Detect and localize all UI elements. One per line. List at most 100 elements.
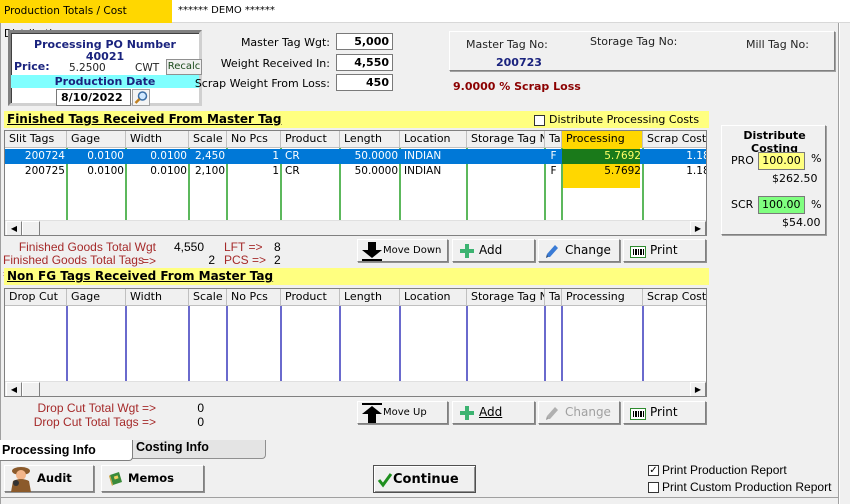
column-header-gage[interactable]: Gage [67,289,126,306]
scroll-thumb[interactable] [22,382,40,396]
print-custom-report-checkbox[interactable] [648,482,659,493]
column-header-product[interactable]: Product [281,289,340,306]
scr-percent-sign: % [811,198,822,211]
fg-total-wgt-value: 4,550 [173,240,204,254]
production-date-input[interactable]: 8/10/2022 [56,89,131,106]
column-header-slit-tags[interactable]: Slit Tags [5,131,67,148]
drop-cut-total-tags-label: Drop Cut Total Tags => [33,415,156,429]
move-down-button[interactable]: Move Down [357,239,448,262]
non-fg-tags-grid[interactable]: Drop CutGageWidthScale WgtNo PcsProductL… [4,288,707,397]
barcode-printer-icon [630,246,646,258]
column-header-processing[interactable]: Processing [562,131,643,148]
price-label: Price: [14,60,50,73]
distribute-costs-label: Distribute Processing Costs [549,113,700,126]
master-tag-value: 200723 [496,56,542,69]
scroll-left-button[interactable]: ◀ [6,382,22,396]
pcs-label: PCS => [224,253,267,267]
pro-percent-input[interactable]: 100.00 [758,152,805,170]
scroll-thumb[interactable] [22,221,40,235]
scr-label: SCR [731,198,754,211]
column-header-drop-cut[interactable]: Drop Cut [5,289,67,306]
column-divider [399,306,401,381]
audit-button[interactable]: Audit [4,465,94,492]
scroll-left-button[interactable]: ◀ [6,221,22,235]
date-lookup-button[interactable] [132,89,150,106]
column-header-location[interactable]: Location [400,131,467,148]
scr-percent-input[interactable]: 100.00 [758,196,805,214]
scrap-weight-input[interactable]: 450 [336,74,393,91]
move-up-button[interactable]: Move Up [357,401,448,424]
column-header-storage-tag-n[interactable]: Storage Tag N [467,289,545,306]
column-header-tag[interactable]: Tag [545,131,562,148]
column-header-width[interactable]: Width [126,131,189,148]
barcode-printer-icon [630,408,646,420]
column-header-no-pcs[interactable]: No Pcs [227,289,281,306]
column-header-product[interactable]: Product [281,131,340,148]
cell-product: CR [285,150,300,162]
column-header-scrap-cost[interactable]: Scrap Cost [643,289,706,306]
finished-grid-hscroll[interactable]: ◀ ▶ [5,220,706,235]
window-title: Production Totals / Cost Distribution [0,0,172,40]
drop-cut-total-wgt-label: Drop Cut Total Wgt => [37,401,157,415]
column-header-length[interactable]: Length [340,289,400,306]
column-divider [125,306,127,381]
finished-tags-grid[interactable]: Slit TagsGageWidthScale WgtNo PcsProduct… [4,130,707,236]
column-header-location[interactable]: Location [400,289,467,306]
lft-value: 8 [274,240,281,254]
storage-tag-label: Storage Tag No: [590,35,678,48]
column-header-scale-wgt[interactable]: Scale Wgt [189,131,227,148]
change-label: Change [565,243,611,257]
cell-width: 0.0100 [150,150,187,162]
scroll-right-button[interactable]: ▶ [690,382,706,396]
cell-no-pcs: 1 [272,165,279,177]
column-header-tag[interactable]: Tag [545,289,562,306]
column-header-scrap-cost[interactable]: Scrap Cost [643,131,706,148]
add-finished-button[interactable]: Add [452,239,535,262]
scroll-right-button[interactable]: ▶ [690,221,706,235]
continue-label: Continue [393,472,459,487]
print-finished-button[interactable]: Print [623,239,706,262]
scrap-loss-text: 9.0000 % Scrap Loss [453,80,581,93]
tab-costing-info[interactable]: Costing Info [132,440,266,459]
continue-button[interactable]: Continue [373,465,476,493]
column-header-no-pcs[interactable]: No Pcs [227,131,281,148]
print-non-fg-button[interactable]: Print [623,401,706,424]
master-tag-label: Master Tag No: [466,38,548,51]
column-divider [188,306,190,381]
print-label: Print [650,405,678,419]
non-fg-grid-hscroll[interactable]: ◀ ▶ [5,381,706,396]
column-header-length[interactable]: Length [340,131,400,148]
audit-label: Audit [37,471,72,485]
column-header-scale-wgt[interactable]: Scale Wgt [189,289,227,306]
column-header-gage[interactable]: Gage [67,131,126,148]
plus-icon [460,406,474,420]
distribute-costs-checkbox[interactable] [534,115,545,126]
print-production-report-checkbox[interactable]: ✓ [648,465,659,476]
column-header-width[interactable]: Width [126,289,189,306]
production-date-label: Production Date [11,75,199,88]
table-row[interactable]: 200724 0.0100 0.0100 2,450 1 CR 50.0000 INDIAN F… [5,149,706,164]
demo-label: ****** DEMO ****** [178,5,275,16]
tab-processing-info-label: Processing Info [2,443,96,457]
column-header-storage-tag-n[interactable]: Storage Tag N [467,131,545,148]
pro-percent-sign: % [811,152,822,165]
column-header-processing[interactable]: Processing [562,289,643,306]
change-non-fg-button[interactable]: Change [538,401,620,424]
pencil-icon [546,407,558,420]
memos-button[interactable]: Memos [101,465,204,492]
cell-processing: 5.7692 [604,165,641,177]
weight-received-input[interactable]: 4,550 [336,54,393,71]
cell-length: 50.0000 [354,165,398,177]
cell-scrap-cost: 1.1868 [686,150,706,162]
book-icon [109,472,122,486]
master-tag-wgt-input[interactable]: 5,000 [336,33,393,50]
cell-tag: F [550,165,557,177]
change-label: Change [565,405,611,419]
table-row[interactable]: 200725 0.0100 0.0100 2,100 1 CR 50.0000 INDIAN F… [5,164,706,179]
po-panel: Processing PO Number 40021 Price: 5.2500… [8,30,202,106]
distribute-costing-panel: Distribute Costing PRO 100.00 % $262.50 … [721,125,826,235]
tab-processing-info[interactable]: Processing Info [0,440,133,461]
price-unit: CWT [135,62,160,74]
add-non-fg-button[interactable]: Add [452,401,535,424]
change-finished-button[interactable]: Change [538,239,620,262]
